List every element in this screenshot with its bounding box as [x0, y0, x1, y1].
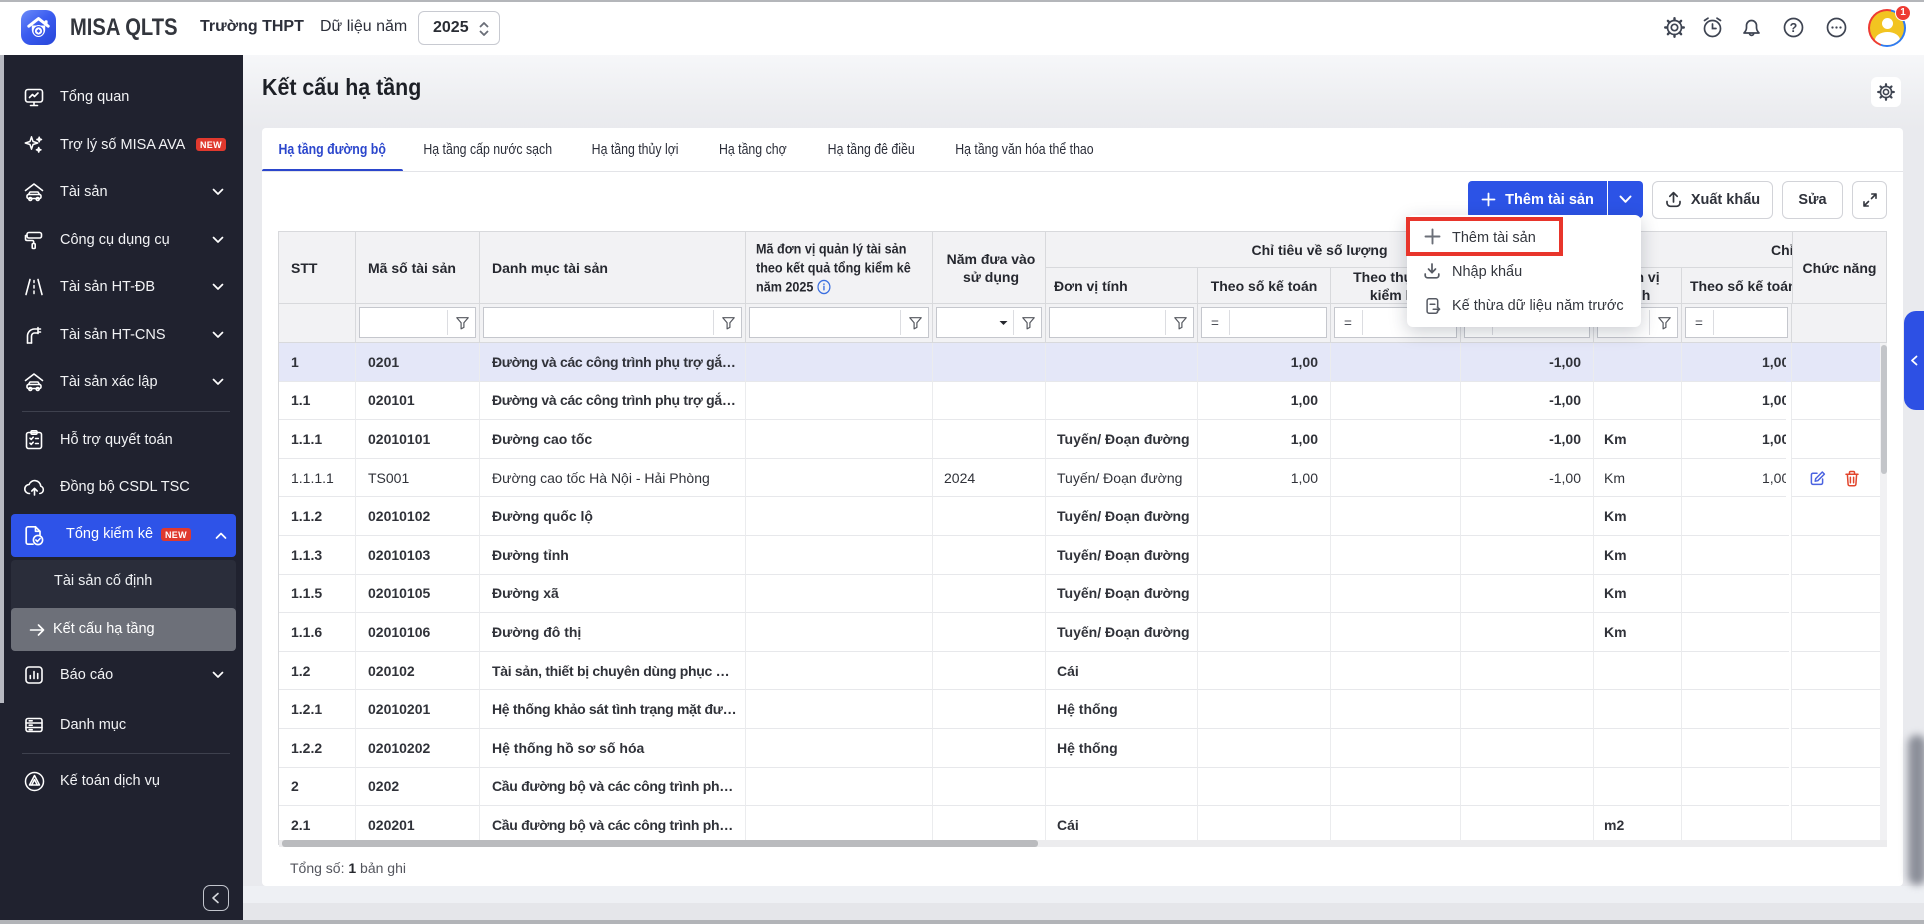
svg-text:?: ?	[1790, 21, 1798, 35]
